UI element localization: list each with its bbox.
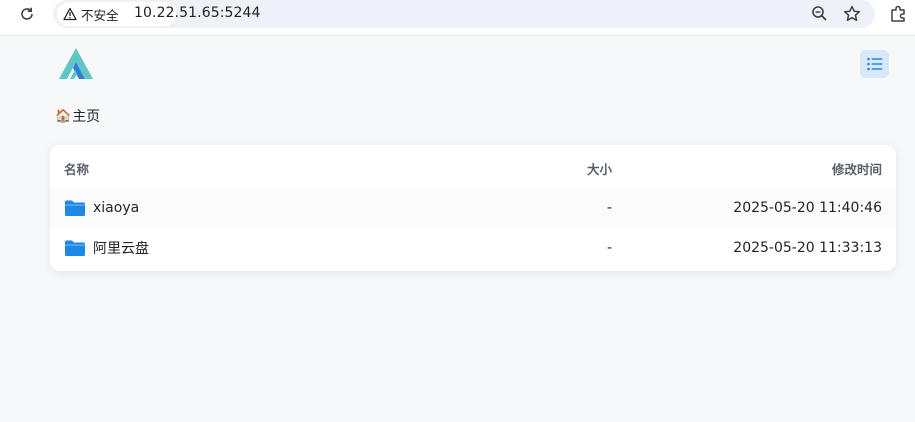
bookmark-star-icon[interactable] [842, 4, 862, 24]
file-row[interactable]: 阿里云盘 - 2025-05-20 11:33:13 [50, 228, 896, 268]
file-size: - [606, 200, 612, 216]
breadcrumb: 🏠 主页 [55, 106, 100, 126]
file-modified: 2025-05-20 11:33:13 [733, 240, 882, 256]
column-header-name[interactable]: 名称 [64, 159, 89, 178]
file-row[interactable]: xiaoya - 2025-05-20 11:40:46 [50, 188, 896, 228]
home-icon: 🏠 [55, 108, 72, 124]
site-logo[interactable] [56, 46, 96, 82]
list-icon [866, 57, 882, 71]
file-list: 名称 大小 修改时间 xiaoya - 2025-05-20 11:40:46 … [50, 145, 896, 271]
file-size: - [606, 240, 612, 256]
security-label: 不安全 [81, 7, 119, 23]
warning-icon [63, 7, 77, 21]
file-name[interactable]: xiaoya [93, 200, 139, 216]
reload-icon[interactable] [17, 4, 37, 24]
folder-icon [65, 200, 85, 216]
url-text[interactable]: 10.22.51.65:5244 [134, 5, 261, 21]
column-header-modified[interactable]: 修改时间 [832, 159, 882, 178]
folder-icon [65, 240, 85, 256]
column-header-size[interactable]: 大小 [587, 159, 612, 178]
zoom-icon[interactable] [810, 4, 830, 24]
file-modified: 2025-05-20 11:40:46 [733, 200, 882, 216]
address-bar[interactable]: 不安全 10.22.51.65:5244 [53, 0, 875, 28]
list-view-toggle[interactable] [860, 50, 889, 78]
file-list-header: 名称 大小 修改时间 [50, 148, 896, 188]
extensions-icon[interactable] [888, 4, 910, 26]
browser-toolbar: 不安全 10.22.51.65:5244 [0, 0, 915, 36]
file-name[interactable]: 阿里云盘 [93, 238, 149, 258]
breadcrumb-home-link[interactable]: 主页 [72, 106, 100, 126]
